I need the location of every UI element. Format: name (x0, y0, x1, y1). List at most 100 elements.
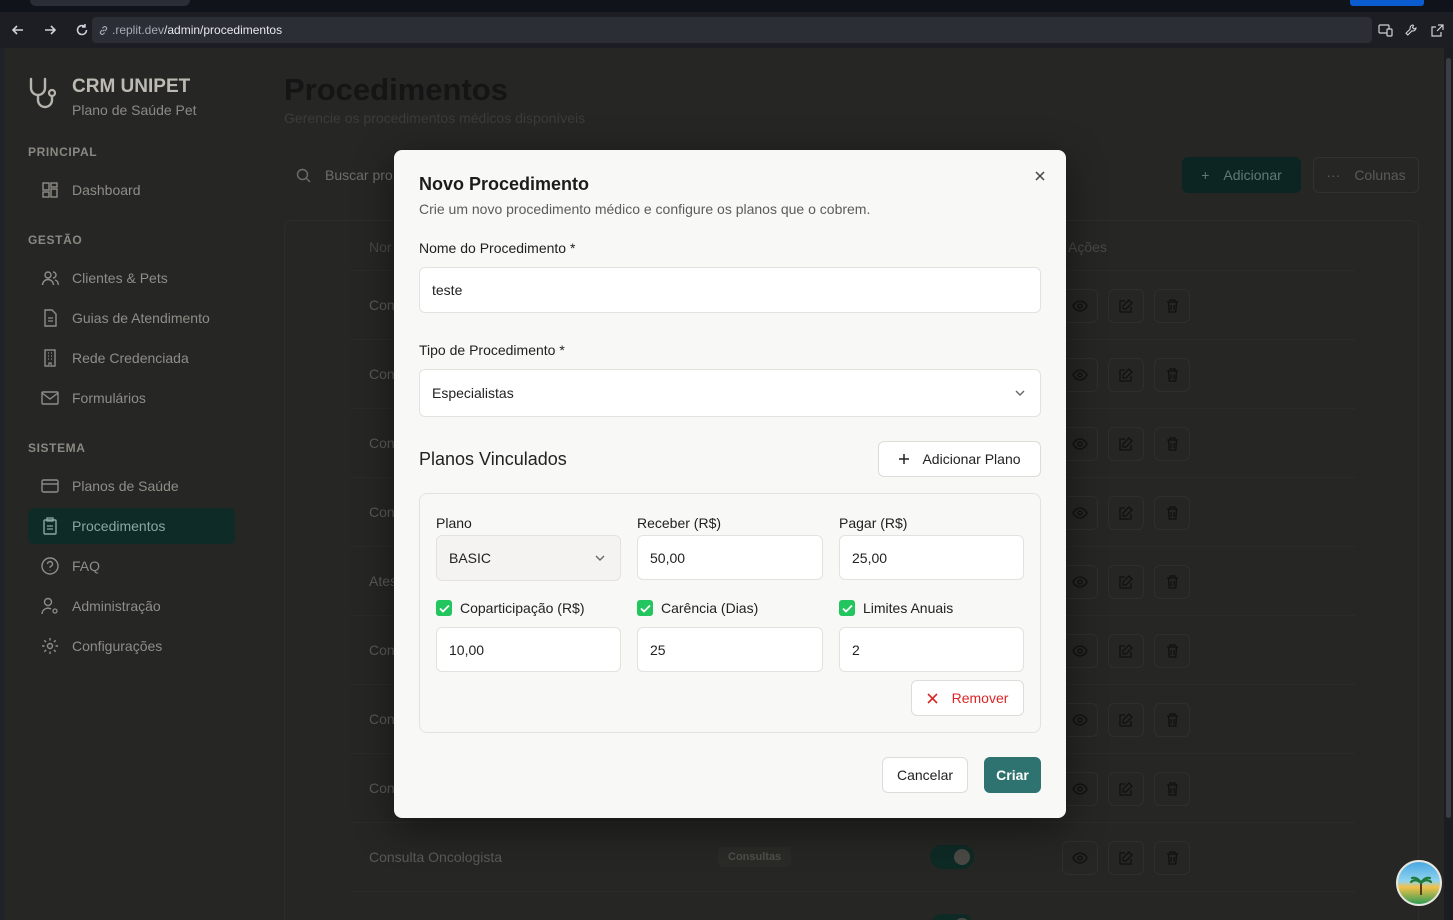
trash-icon[interactable] (1154, 565, 1190, 599)
copay-checkbox[interactable] (436, 600, 452, 616)
status-toggle[interactable] (930, 914, 974, 920)
browser-action-button[interactable] (1350, 0, 1424, 6)
wrench-icon[interactable] (1401, 17, 1421, 43)
trash-icon[interactable] (1154, 496, 1190, 530)
scrollbar-thumb[interactable] (1446, 58, 1451, 818)
cancel-button[interactable]: Cancelar (882, 757, 968, 793)
limits-checkbox[interactable] (839, 600, 855, 616)
limits-value: 2 (852, 641, 860, 658)
plan-select[interactable]: BASIC (436, 535, 621, 581)
url-field[interactable]: .replit.dev/admin/procedimentos (92, 17, 1372, 43)
forward-icon[interactable] (36, 16, 64, 44)
eye-icon[interactable] (1062, 358, 1098, 392)
status-toggle[interactable] (930, 845, 974, 869)
edit-icon[interactable] (1108, 634, 1144, 668)
brand: CRM UNIPET Plano de Saúde Pet (27, 76, 197, 118)
pay-label: Pagar (R$) (839, 515, 908, 531)
plus-icon: + (1201, 167, 1210, 183)
procedure-name-input[interactable]: teste (419, 267, 1041, 313)
trash-icon[interactable] (1154, 841, 1190, 875)
columns-button-label: Colunas (1354, 167, 1406, 183)
eye-icon[interactable] (1062, 289, 1098, 323)
columns-button[interactable]: ··· Colunas (1313, 157, 1419, 193)
eye-icon[interactable] (1062, 703, 1098, 737)
eye-icon[interactable] (1062, 565, 1098, 599)
sidebar-item-clientes-pets[interactable]: Clientes & Pets (28, 260, 235, 296)
table-row (350, 891, 1355, 920)
page-subtitle: Gerencie os procedimentos médicos dispon… (284, 110, 586, 126)
receive-input[interactable]: 50,00 (637, 535, 823, 580)
create-button[interactable]: Criar (984, 757, 1041, 793)
sidebar-item-administracao[interactable]: Administração (28, 588, 235, 624)
copay-label: Coparticipação (R$) (460, 600, 585, 616)
sidebar-item-configuracoes[interactable]: Configurações (28, 628, 235, 664)
eye-icon[interactable] (1062, 634, 1098, 668)
eye-icon[interactable] (1062, 427, 1098, 461)
limits-input[interactable]: 2 (839, 627, 1024, 672)
limits-label: Limites Anuais (863, 600, 954, 616)
grace-checkbox[interactable] (637, 600, 653, 616)
sidebar-item-dashboard[interactable]: Dashboard (28, 172, 235, 208)
devices-icon[interactable] (1375, 17, 1395, 43)
document-icon (39, 307, 61, 329)
remove-plan-button[interactable]: Remover (911, 680, 1024, 716)
row-name: Ates (369, 573, 398, 589)
row-name: Con (369, 366, 395, 382)
row-name: Con (369, 642, 395, 658)
browser-url-bar: .replit.dev/admin/procedimentos (0, 12, 1453, 48)
grace-value: 25 (650, 641, 666, 658)
back-icon[interactable] (4, 16, 32, 44)
edit-icon[interactable] (1108, 841, 1144, 875)
edit-icon[interactable] (1108, 565, 1144, 599)
eye-icon[interactable] (1062, 496, 1098, 530)
edit-icon[interactable] (1108, 703, 1144, 737)
table-row: Consulta Oncologista Consultas (350, 822, 1355, 891)
copay-input[interactable]: 10,00 (436, 627, 621, 672)
edit-icon[interactable] (1108, 289, 1144, 323)
sidebar-item-faq[interactable]: FAQ (28, 548, 235, 584)
type-badge: Consultas (718, 847, 792, 867)
add-plan-button[interactable]: Adicionar Plano (878, 441, 1041, 477)
plan-value: BASIC (449, 550, 492, 566)
brand-subtitle: Plano de Saúde Pet (72, 102, 197, 118)
browser-tab[interactable] (30, 0, 190, 6)
trash-icon[interactable] (1154, 772, 1190, 806)
plan-label: Plano (436, 515, 472, 531)
sidebar-item-formularios[interactable]: Formulários (28, 380, 235, 416)
procedure-type-select[interactable]: Especialistas (419, 369, 1041, 417)
eye-icon[interactable] (1062, 772, 1098, 806)
sidebar-item-guias[interactable]: Guias de Atendimento (28, 300, 235, 336)
column-header-actions: Ações (1068, 239, 1107, 255)
trash-icon[interactable] (1154, 427, 1190, 461)
add-button[interactable]: + Adicionar (1182, 157, 1301, 193)
edit-icon[interactable] (1108, 427, 1144, 461)
section-gestao: GESTÃO (28, 233, 83, 247)
trash-icon[interactable] (1154, 634, 1190, 668)
column-header-name[interactable]: Nor (369, 239, 392, 255)
row-name: Con (369, 780, 395, 796)
sidebar-item-label: Configurações (72, 638, 163, 654)
edit-icon[interactable] (1108, 496, 1144, 530)
sidebar-item-rede[interactable]: Rede Credenciada (28, 340, 235, 376)
page-scrollbar[interactable] (1444, 48, 1453, 920)
grace-input[interactable]: 25 (637, 627, 823, 672)
sidebar-item-planos[interactable]: Planos de Saúde (28, 468, 235, 504)
trash-icon[interactable] (1154, 289, 1190, 323)
sidebar-item-label: Rede Credenciada (72, 350, 189, 366)
edit-icon[interactable] (1108, 772, 1144, 806)
pay-input[interactable]: 25,00 (839, 535, 1024, 580)
close-icon[interactable] (1030, 166, 1050, 186)
copay-value: 10,00 (449, 641, 485, 658)
name-label: Nome do Procedimento * (419, 240, 576, 256)
trash-icon[interactable] (1154, 358, 1190, 392)
open-external-icon[interactable] (1427, 17, 1447, 43)
edit-icon[interactable] (1108, 358, 1144, 392)
assistant-avatar[interactable] (1396, 860, 1442, 906)
new-procedure-dialog: Novo Procedimento Crie um novo procedime… (394, 150, 1066, 818)
row-name: Consulta Oncologista (369, 849, 503, 865)
plus-icon (898, 453, 910, 465)
sidebar-item-procedimentos[interactable]: Procedimentos (28, 508, 235, 544)
add-plan-label: Adicionar Plano (922, 451, 1021, 467)
eye-icon[interactable] (1062, 841, 1098, 875)
trash-icon[interactable] (1154, 703, 1190, 737)
